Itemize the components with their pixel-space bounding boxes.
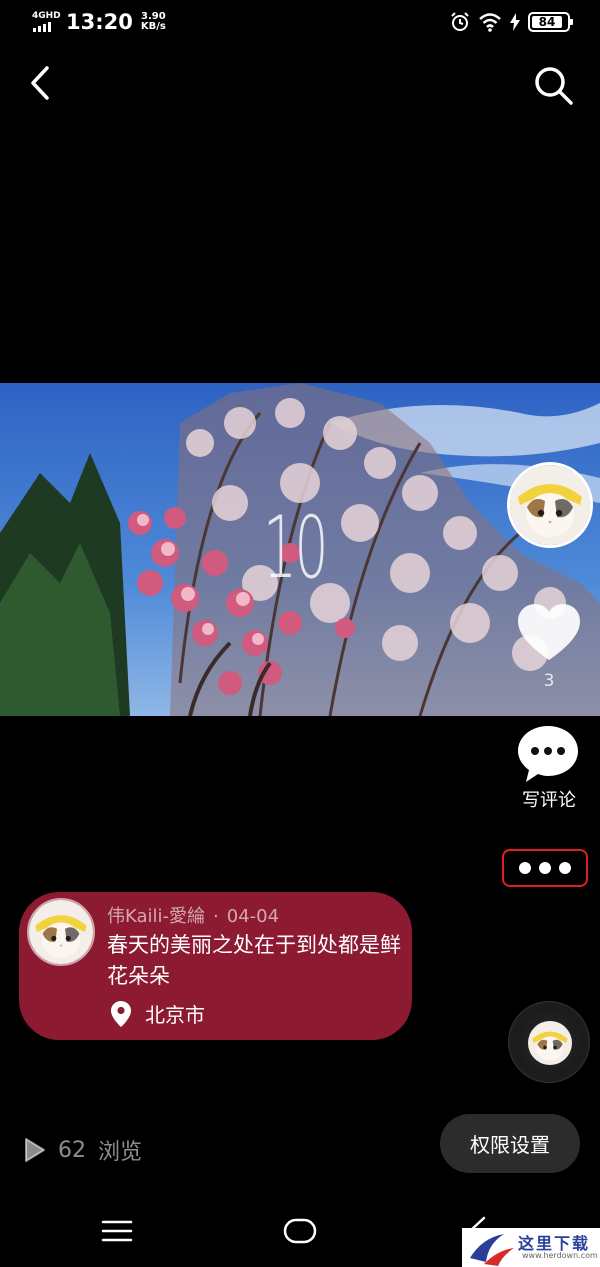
photo-counter: 10	[263, 498, 328, 598]
views-number: 62	[58, 1137, 86, 1163]
wifi-icon	[479, 13, 501, 32]
author-avatar[interactable]	[507, 462, 593, 548]
charging-icon	[510, 13, 520, 31]
comment-label[interactable]: 写评论	[510, 786, 588, 812]
signal-icon	[33, 22, 51, 32]
views-label: 浏览	[98, 1140, 143, 1165]
like-count: 3	[543, 671, 555, 691]
post-author-name[interactable]: 伟Kaili-愛綸	[107, 906, 205, 927]
nav-home-button[interactable]	[283, 1218, 317, 1244]
comment-bubble-icon	[518, 726, 578, 782]
like-button[interactable]	[516, 602, 582, 664]
view-count: 62 浏览	[24, 1134, 142, 1166]
nav-menu-button[interactable]	[101, 1219, 133, 1243]
post-author-avatar[interactable]	[27, 898, 95, 966]
location-text: 北京市	[145, 1003, 205, 1027]
more-dots-icon	[519, 862, 531, 874]
alarm-icon	[451, 12, 469, 31]
battery-icon: 84	[528, 12, 573, 32]
cat-avatar-image	[29, 900, 93, 964]
watermark-logo-icon	[470, 1234, 514, 1266]
heart-icon	[518, 604, 580, 660]
watermark-url: www.herdown.com	[522, 1251, 598, 1260]
music-disc[interactable]	[508, 1001, 590, 1083]
permission-settings-button[interactable]: 权限设置	[440, 1114, 580, 1173]
chevron-left-icon	[31, 66, 49, 100]
battery-level: 84	[532, 16, 562, 29]
status-left: 4GHD 13:20 3.90 KB/s	[32, 10, 166, 34]
status-bar: 4GHD 13:20 3.90 KB/s 84	[0, 0, 600, 48]
cat-avatar-image	[528, 1021, 572, 1065]
cat-avatar-image	[510, 465, 590, 545]
disc-cover	[528, 1021, 572, 1065]
network-indicator: 4GHD	[32, 11, 61, 33]
speed-unit: KB/s	[140, 21, 166, 32]
network-speed: 3.90 KB/s	[141, 12, 166, 32]
meta-separator: ·	[213, 906, 219, 927]
post-date: 04-04	[226, 906, 280, 927]
network-type: 4GHD	[32, 11, 61, 21]
comment-button[interactable]	[516, 724, 580, 784]
status-right: 84	[450, 12, 573, 32]
search-button[interactable]	[530, 62, 576, 108]
watermark: 这里下载 www.herdown.com	[462, 1228, 600, 1267]
clock: 13:20	[66, 10, 133, 34]
location-pin-icon	[111, 1000, 131, 1027]
post-text: 春天的美丽之处在于到处都是鲜花朵朵	[107, 933, 401, 988]
back-button[interactable]	[20, 60, 64, 104]
play-icon	[25, 1138, 45, 1162]
post-location[interactable]: 北京市	[111, 999, 205, 1028]
search-icon	[535, 67, 573, 105]
post-info-card[interactable]: 伟Kaili-愛綸 · 04-04 春天的美丽之处在于到处都是鲜花朵朵 北京市	[19, 892, 412, 1040]
post-meta: 伟Kaili-愛綸 · 04-04	[107, 902, 279, 928]
menu-icon	[101, 1220, 133, 1242]
home-icon	[283, 1218, 317, 1244]
more-button[interactable]	[502, 849, 588, 887]
